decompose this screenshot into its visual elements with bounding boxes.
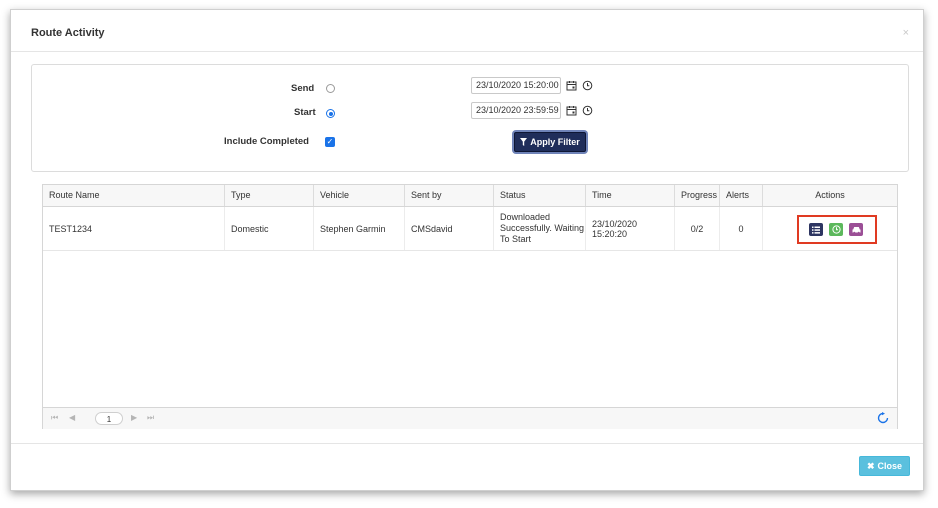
actions-highlight xyxy=(797,215,877,244)
column-header-progress[interactable]: Progress xyxy=(675,185,720,206)
send-date-input[interactable]: 23/10/2020 15:20:00 xyxy=(471,77,561,94)
column-header-status[interactable]: Status xyxy=(494,185,586,206)
list-icon xyxy=(812,226,820,234)
clock-icon[interactable] xyxy=(582,80,593,91)
prev-page-button[interactable]: ◀ xyxy=(69,413,75,422)
next-page-button[interactable]: ▶ xyxy=(131,413,137,422)
cell-progress: 0/2 xyxy=(675,207,720,250)
column-header-alerts[interactable]: Alerts xyxy=(720,185,763,206)
cell-type: Domestic xyxy=(225,207,314,250)
close-label: Close xyxy=(877,461,903,471)
route-activity-modal: Route Activity × Send 23/10/2020 15:20:0… xyxy=(10,9,924,491)
details-button[interactable] xyxy=(809,223,823,236)
send-radio[interactable] xyxy=(326,84,335,93)
cell-time: 23/10/2020 15:20:20 xyxy=(586,207,675,250)
refresh-icon[interactable] xyxy=(877,412,889,424)
cell-sent-by: CMSdavid xyxy=(405,207,494,250)
apply-filter-label: Apply Filter xyxy=(530,137,580,147)
cell-alerts: 0 xyxy=(720,207,763,250)
modal-title: Route Activity xyxy=(31,27,105,39)
apply-filter-button[interactable]: Apply Filter xyxy=(514,132,586,152)
history-button[interactable] xyxy=(829,223,843,236)
column-header-time[interactable]: Time xyxy=(586,185,675,206)
status-line: Downloaded xyxy=(500,212,551,222)
calendar-icon[interactable] xyxy=(566,80,577,91)
start-radio[interactable] xyxy=(326,109,335,118)
status-line: Successfully. Waiting xyxy=(500,223,585,233)
column-header-vehicle[interactable]: Vehicle xyxy=(314,185,405,206)
cell-route-name: TEST1234 xyxy=(43,207,225,250)
column-header-actions: Actions xyxy=(815,190,845,200)
calendar-icon[interactable] xyxy=(566,105,577,116)
modal-header: Route Activity × xyxy=(11,10,923,52)
last-page-button[interactable]: ⏭ xyxy=(147,413,154,423)
include-completed-checkbox[interactable]: ✓ xyxy=(325,137,335,147)
cell-vehicle: Stephen Garmin xyxy=(314,207,405,250)
column-header-route-name[interactable]: Route Name xyxy=(43,185,225,206)
vehicle-button[interactable] xyxy=(849,223,863,236)
close-icon[interactable]: × xyxy=(903,27,909,39)
first-page-button[interactable]: ⏮ xyxy=(51,413,58,423)
footer-divider xyxy=(11,443,923,444)
filter-panel: Send 23/10/2020 15:20:00 Start 23/10/202… xyxy=(31,64,909,172)
page-number-input[interactable]: 1 xyxy=(95,412,123,425)
status-line: To Start xyxy=(500,234,532,244)
close-x-icon: ✖ xyxy=(866,460,875,471)
filter-icon xyxy=(520,138,528,146)
start-label: Start xyxy=(294,107,316,118)
column-header-type[interactable]: Type xyxy=(225,185,314,206)
start-date-input[interactable]: 23/10/2020 23:59:59 xyxy=(471,102,561,119)
column-header-sent-by[interactable]: Sent by xyxy=(405,185,494,206)
route-grid: Route Name Type Vehicle Sent by Status T… xyxy=(42,184,898,429)
grid-pager: ⏮ ◀ 1 ▶ ⏭ xyxy=(43,407,897,429)
table-row[interactable]: TEST1234 Domestic Stephen Garmin CMSdavi… xyxy=(43,207,897,251)
clock-icon xyxy=(831,225,841,234)
send-label: Send xyxy=(291,83,315,94)
clock-icon[interactable] xyxy=(582,105,593,116)
close-button[interactable]: ✖ Close xyxy=(859,456,910,476)
include-completed-label: Include Completed xyxy=(224,136,309,147)
grid-header: Route Name Type Vehicle Sent by Status T… xyxy=(43,185,897,207)
cell-status: Downloaded Successfully. Waiting To Star… xyxy=(494,207,586,250)
vehicle-icon xyxy=(852,226,860,234)
